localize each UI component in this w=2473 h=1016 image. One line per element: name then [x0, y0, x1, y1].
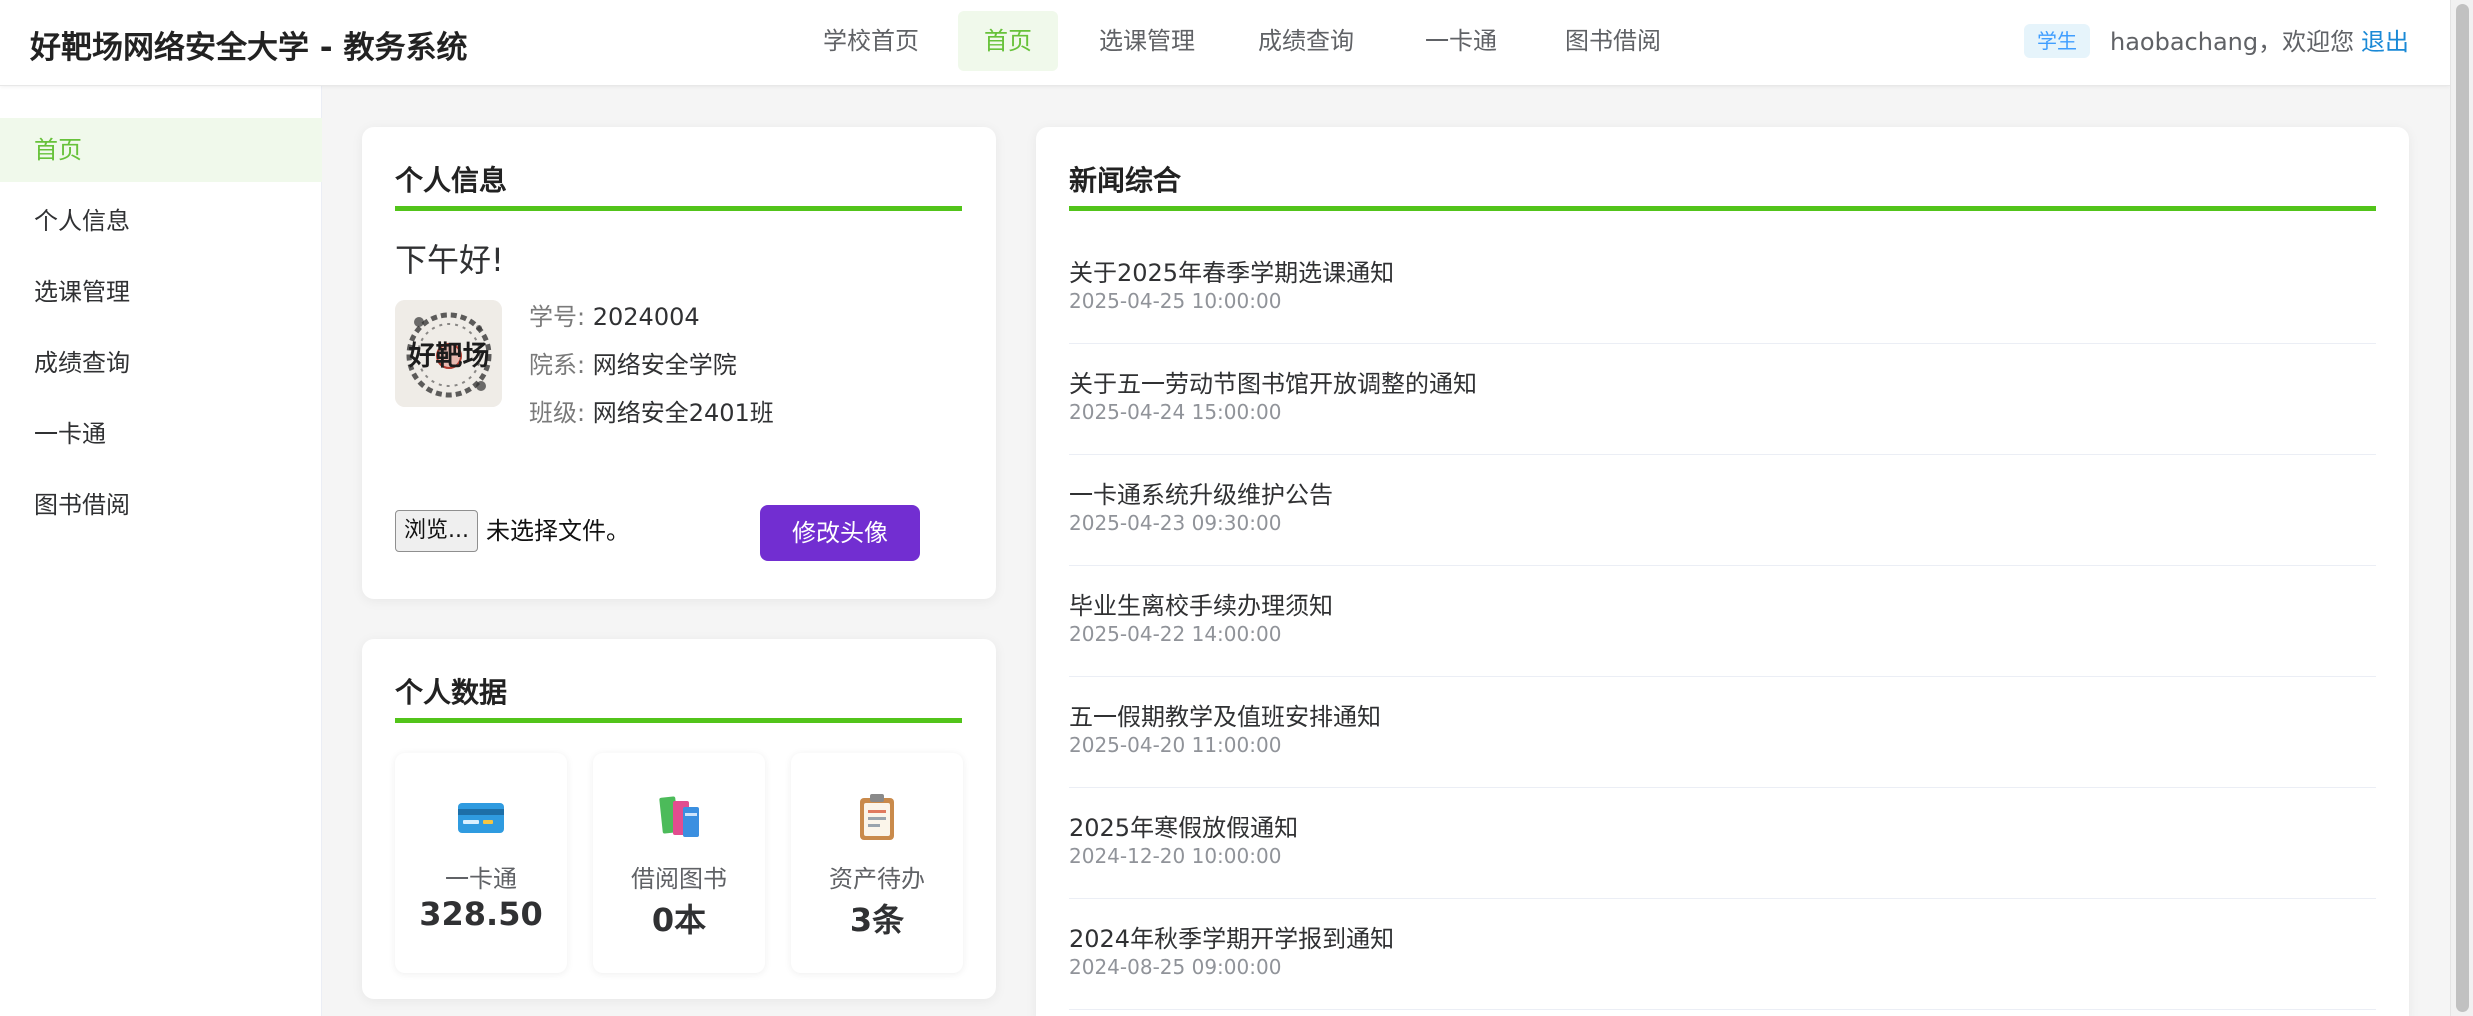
personal-data-card: 个人数据 一卡通 328.50 借阅图书 0本 资产待办 3条 [362, 639, 996, 999]
news-item[interactable]: 关于五一劳动节图书馆开放调整的通知 2025-04-24 15:00:00 [1069, 344, 2376, 455]
title-underline [1069, 206, 2376, 211]
news-date: 2025-04-24 15:00:00 [1069, 400, 1282, 424]
nav-school-home[interactable]: 学校首页 [806, 11, 936, 71]
personal-data-title: 个人数据 [395, 676, 508, 709]
nav-home[interactable]: 首页 [958, 11, 1058, 71]
nav-course-selection[interactable]: 选课管理 [1082, 11, 1212, 71]
news-date: 2025-04-22 14:00:00 [1069, 622, 1282, 646]
news-card-title: 新闻综合 [1069, 164, 1182, 197]
news-item[interactable]: 2024年秋季学期开学报到通知 2024-08-25 09:00:00 [1069, 899, 2376, 1010]
student-id-value: 2024004 [592, 303, 700, 331]
stat-borrowed-books[interactable]: 借阅图书 0本 [593, 753, 765, 973]
avatar: 好靶场 [395, 300, 502, 407]
stat-label: 一卡通 [445, 865, 517, 893]
class-value: 网络安全2401班 [592, 399, 774, 427]
app-title: 好靶场网络安全大学 - 教务系统 [30, 30, 468, 66]
stat-value: 328.50 [419, 895, 543, 933]
greeting-text: 下午好! [395, 241, 504, 279]
news-title[interactable]: 一卡通系统升级维护公告 [1069, 475, 1333, 510]
avatar-text: 好靶场 [408, 341, 490, 372]
sidebar-item-course-selection[interactable]: 选课管理 [0, 260, 322, 324]
role-badge: 学生 [2024, 24, 2090, 58]
news-card: 新闻综合 关于2025年春季学期选课通知 2025-04-25 10:00:00… [1036, 127, 2409, 1016]
nav-campus-card[interactable]: 一卡通 [1411, 11, 1511, 71]
news-item[interactable]: 毕业生离校手续办理须知 2025-04-22 14:00:00 [1069, 566, 2376, 677]
profile-card-title: 个人信息 [395, 164, 508, 197]
news-title[interactable]: 2025年寒假放假通知 [1069, 808, 1298, 843]
stat-campus-card[interactable]: 一卡通 328.50 [395, 753, 567, 973]
sidebar-item-campus-card[interactable]: 一卡通 [0, 402, 322, 466]
profile-card: 个人信息 下午好! 好靶场 学号: 2024004 院系: 网络安全学院 班级:… [362, 127, 996, 599]
news-date: 2025-04-20 11:00:00 [1069, 733, 1282, 757]
news-date: 2024-12-20 10:00:00 [1069, 844, 1282, 868]
department-label: 院系: [529, 351, 586, 379]
student-id-row: 学号: 2024004 [529, 299, 700, 335]
sidebar: 首页 个人信息 选课管理 成绩查询 一卡通 图书借阅 [0, 86, 322, 1016]
page-scrollbar[interactable] [2450, 0, 2473, 1016]
sidebar-item-grades[interactable]: 成绩查询 [0, 331, 322, 395]
news-title[interactable]: 2024年秋季学期开学报到通知 [1069, 919, 1394, 954]
news-item[interactable]: 2025年寒假放假通知 2024-12-20 10:00:00 [1069, 788, 2376, 899]
welcome-text: haobachang，欢迎您 [2110, 28, 2355, 56]
news-date: 2025-04-23 09:30:00 [1069, 511, 1282, 535]
file-browse-button[interactable]: 浏览... [395, 510, 478, 552]
nav-library[interactable]: 图书借阅 [1548, 11, 1678, 71]
scrollbar-thumb[interactable] [2456, 4, 2469, 1012]
file-status-text: 未选择文件。 [486, 517, 630, 545]
news-title[interactable]: 毕业生离校手续办理须知 [1069, 586, 1333, 621]
card-icon [458, 803, 504, 833]
news-title[interactable]: 关于2025年春季学期选课通知 [1069, 253, 1394, 288]
stat-label: 资产待办 [829, 865, 925, 893]
books-icon [659, 796, 699, 837]
logout-link[interactable]: 退出 [2361, 24, 2409, 60]
stat-value: 3条 [849, 901, 905, 939]
news-title[interactable]: 五一假期教学及值班安排通知 [1069, 697, 1381, 732]
change-avatar-button[interactable]: 修改头像 [760, 505, 920, 561]
stat-value: 0本 [651, 901, 707, 939]
news-item[interactable]: 关于2025年春季学期选课通知 2025-04-25 10:00:00 [1069, 233, 2376, 344]
title-underline [395, 718, 962, 723]
clipboard-icon [860, 794, 894, 840]
class-label: 班级: [529, 399, 586, 427]
department-value: 网络安全学院 [592, 351, 737, 379]
news-title[interactable]: 关于五一劳动节图书馆开放调整的通知 [1069, 364, 1477, 399]
sidebar-item-home[interactable]: 首页 [0, 118, 322, 182]
top-bar: 好靶场网络安全大学 - 教务系统 学校首页 首页 选课管理 成绩查询 一卡通 图… [0, 0, 2450, 86]
department-row: 院系: 网络安全学院 [529, 347, 737, 383]
stat-pending-assets[interactable]: 资产待办 3条 [791, 753, 963, 973]
news-date: 2025-04-25 10:00:00 [1069, 289, 1282, 313]
class-row: 班级: 网络安全2401班 [529, 395, 774, 431]
news-item[interactable]: 一卡通系统升级维护公告 2025-04-23 09:30:00 [1069, 455, 2376, 566]
sidebar-item-profile[interactable]: 个人信息 [0, 189, 322, 253]
sidebar-item-library[interactable]: 图书借阅 [0, 473, 322, 537]
title-underline [395, 206, 962, 211]
news-date: 2024-08-25 09:00:00 [1069, 955, 1282, 979]
student-id-label: 学号: [529, 303, 586, 331]
nav-grades[interactable]: 成绩查询 [1241, 11, 1371, 71]
stat-label: 借阅图书 [631, 865, 727, 893]
news-item[interactable]: 五一假期教学及值班安排通知 2025-04-20 11:00:00 [1069, 677, 2376, 788]
